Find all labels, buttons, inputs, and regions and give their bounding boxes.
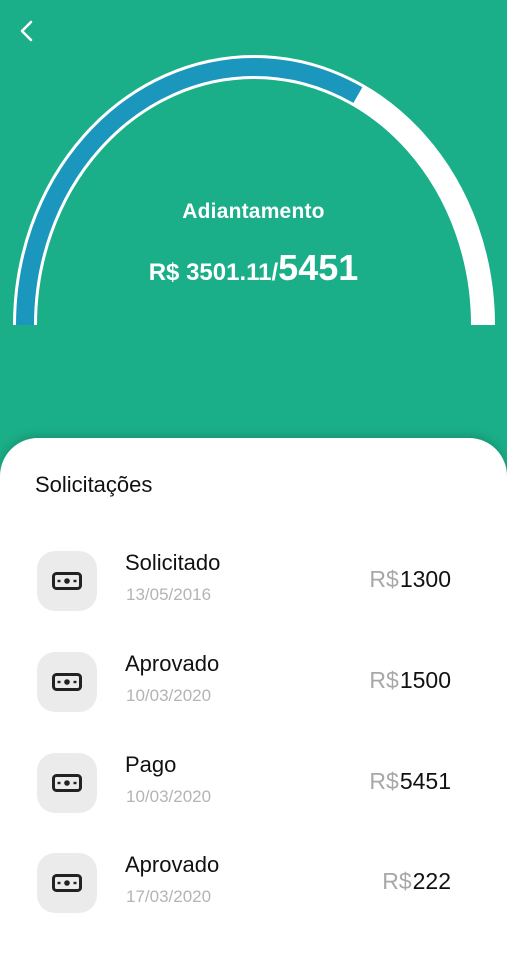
request-amount: R$1500 bbox=[369, 667, 451, 694]
request-date: 10/03/2020 bbox=[126, 686, 212, 705]
current-value: R$ 3501.11 bbox=[148, 259, 272, 286]
money-icon-box bbox=[37, 753, 97, 813]
limit-value: 5451 bbox=[278, 247, 359, 288]
request-amount: R$1300 bbox=[369, 566, 451, 593]
request-date: 10/03/2020 bbox=[126, 787, 212, 806]
gauge-value: R$ 3501.11/5451 bbox=[0, 247, 507, 289]
money-icon-box bbox=[37, 551, 97, 611]
request-status: Solicitado bbox=[125, 550, 221, 575]
request-status: Aprovado bbox=[125, 852, 220, 877]
request-amount: R$5451 bbox=[369, 768, 451, 795]
advance-gauge bbox=[13, 55, 495, 326]
money-icon bbox=[52, 673, 82, 691]
amount-value: 5451 bbox=[399, 768, 451, 794]
request-date: 17/03/2020 bbox=[126, 887, 212, 906]
amount-value: 222 bbox=[412, 868, 451, 894]
currency-label: R$ bbox=[369, 566, 399, 592]
money-icon bbox=[52, 874, 82, 892]
request-status: Pago bbox=[125, 752, 177, 777]
request-date: 13/05/2016 bbox=[126, 585, 212, 604]
request-row[interactable]: Aprovado 17/03/2020 R$222 bbox=[0, 852, 507, 933]
money-icon bbox=[52, 572, 82, 590]
requests-sheet: Solicitações Solicitado 13/05/2016 R$130… bbox=[0, 438, 507, 958]
currency-label: R$ bbox=[369, 768, 399, 794]
request-status: Aprovado bbox=[125, 651, 220, 676]
amount-value: 1300 bbox=[399, 566, 451, 592]
request-row[interactable]: Pago 10/03/2020 R$5451 bbox=[0, 752, 507, 833]
money-icon bbox=[52, 774, 82, 792]
money-icon-box bbox=[37, 652, 97, 712]
request-amount: R$222 bbox=[382, 868, 451, 895]
request-row[interactable]: Aprovado 10/03/2020 R$1500 bbox=[0, 651, 507, 732]
section-title: Solicitações bbox=[35, 472, 153, 497]
currency-label: R$ bbox=[382, 868, 412, 894]
currency-label: R$ bbox=[369, 667, 399, 693]
amount-value: 1500 bbox=[399, 667, 451, 693]
money-icon-box bbox=[37, 853, 97, 913]
gauge-title: Adiantamento bbox=[182, 200, 325, 223]
header: Adiantamento R$ 3501.11/5451 bbox=[0, 0, 507, 470]
request-row[interactable]: Solicitado 13/05/2016 R$1300 bbox=[0, 550, 507, 631]
